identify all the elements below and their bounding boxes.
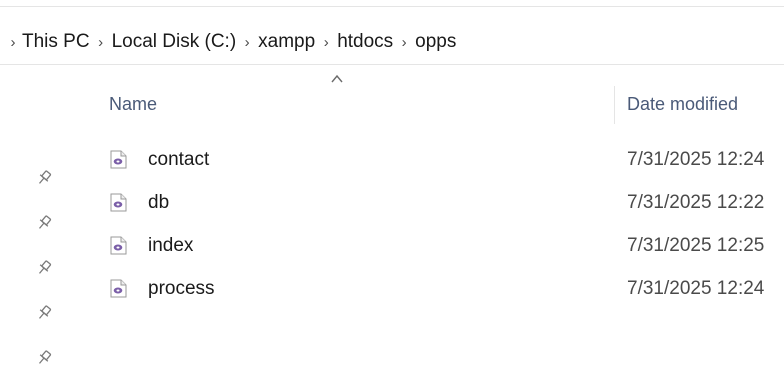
pin-icon[interactable] (34, 303, 54, 323)
file-list: contact 7/31/2025 12:24 db 7/31/2025 12:… (108, 146, 784, 318)
pin-icon[interactable] (34, 168, 54, 188)
file-name[interactable]: db (148, 189, 169, 217)
breadcrumb-local-disk[interactable]: Local Disk (C:) (112, 31, 237, 53)
breadcrumb-xampp[interactable]: xampp (258, 31, 315, 53)
chevron-right-icon[interactable]: › (393, 34, 415, 51)
pin-icon[interactable] (34, 258, 54, 278)
pin-icon[interactable] (34, 213, 54, 233)
file-row-db[interactable]: db 7/31/2025 12:22 (108, 189, 784, 232)
breadcrumb-htdocs[interactable]: htdocs (337, 31, 393, 53)
address-breadcrumb[interactable]: › This PC › Local Disk (C:) › xampp › ht… (0, 20, 784, 65)
ribbon-divider (0, 6, 784, 7)
php-file-icon (110, 193, 127, 212)
breadcrumb-this-pc[interactable]: This PC (22, 31, 90, 53)
file-date-modified: 7/31/2025 12:24 (627, 278, 765, 299)
file-date-modified: 7/31/2025 12:22 (627, 192, 765, 213)
file-row-index[interactable]: index 7/31/2025 12:25 (108, 232, 784, 275)
file-date-modified: 7/31/2025 12:25 (627, 235, 765, 256)
quick-access-pins (34, 168, 56, 389)
pin-icon[interactable] (34, 348, 54, 368)
column-header-date-modified[interactable]: Date modified (627, 84, 784, 124)
php-file-icon (110, 279, 127, 298)
chevron-right-icon[interactable]: › (315, 34, 337, 51)
breadcrumb-opps[interactable]: opps (415, 31, 456, 53)
file-explorer-window: › This PC › Local Disk (C:) › xampp › ht… (0, 0, 784, 389)
column-header-name[interactable]: Name (109, 84, 609, 124)
file-name[interactable]: process (148, 275, 215, 303)
chevron-right-icon[interactable]: › (90, 34, 112, 51)
chevron-right-icon[interactable]: › (4, 34, 22, 51)
file-name[interactable]: index (148, 232, 193, 260)
file-name[interactable]: contact (148, 146, 209, 174)
file-row-contact[interactable]: contact 7/31/2025 12:24 (108, 146, 784, 189)
php-file-icon (110, 150, 127, 169)
column-divider[interactable] (614, 86, 615, 124)
file-row-process[interactable]: process 7/31/2025 12:24 (108, 275, 784, 318)
chevron-right-icon[interactable]: › (236, 34, 258, 51)
php-file-icon (110, 236, 127, 255)
file-date-modified: 7/31/2025 12:24 (627, 149, 765, 170)
